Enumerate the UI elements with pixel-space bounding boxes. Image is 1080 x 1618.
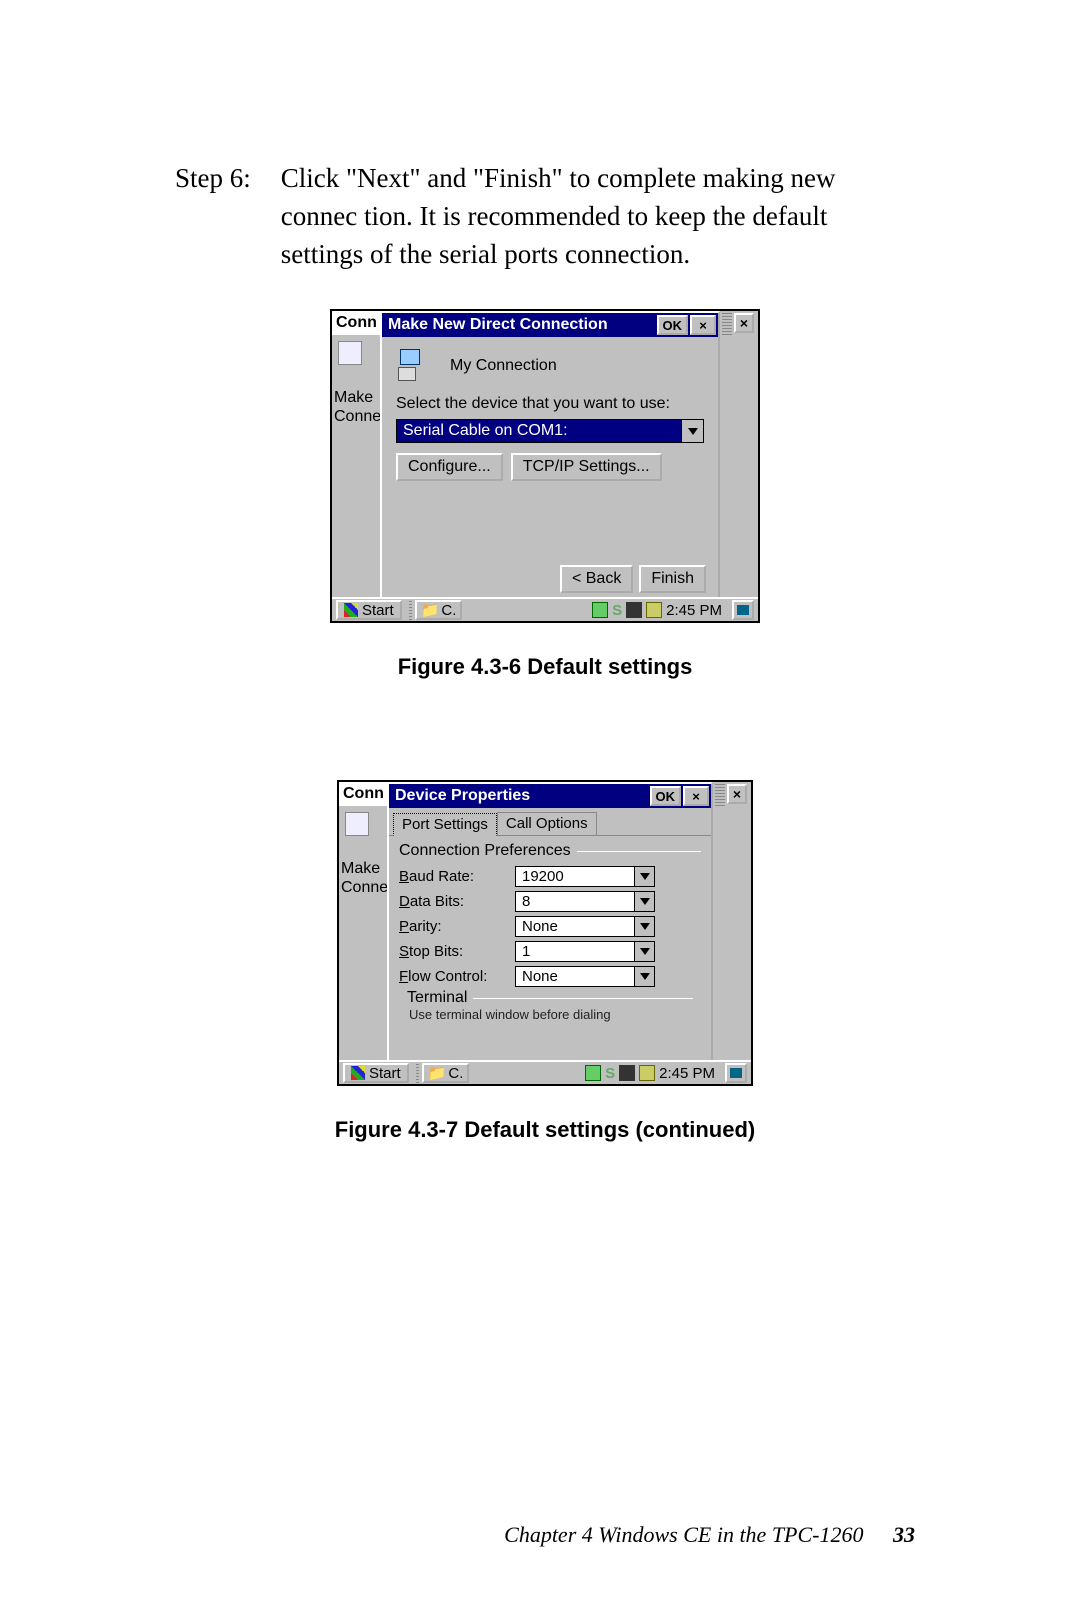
make-new-connection-dialog: Make New Direct Connection OK × My Conne…: [380, 311, 720, 601]
background-close-button[interactable]: ×: [727, 784, 747, 804]
background-app-icon: [338, 341, 362, 365]
taskbar-item[interactable]: 📁 C.: [415, 600, 463, 620]
parity-field: Parity: None: [399, 914, 701, 939]
baud-rate-label: Baud Rate:: [399, 868, 509, 885]
taskbar: Start 📁 C. S 2:45 PM: [339, 1060, 751, 1084]
group-rule-icon: [473, 998, 693, 999]
step-6-paragraph: Step 6: Click "Next" and "Finish" to com…: [175, 160, 915, 273]
data-bits-select[interactable]: 8: [515, 891, 655, 912]
windows-flag-icon: [351, 1066, 365, 1080]
stop-bits-field: Stop Bits: 1: [399, 939, 701, 964]
footer-chapter: Chapter 4 Windows CE in the TPC-1260: [504, 1522, 863, 1547]
baud-rate-field: Baud Rate: 19200: [399, 864, 701, 889]
folder-icon: 📁: [428, 1064, 447, 1082]
stop-bits-label: Stop Bits:: [399, 943, 509, 960]
flow-control-select[interactable]: None: [515, 966, 655, 987]
close-button[interactable]: ×: [690, 315, 716, 335]
background-handle-icon: [722, 311, 732, 335]
windows-flag-icon: [344, 603, 358, 617]
status-s-icon: S: [612, 602, 622, 619]
background-window-title: Conn: [332, 311, 381, 335]
footer-page-number: 33: [893, 1522, 915, 1547]
figure-caption: Figure 4.3-6 Default settings: [175, 654, 915, 680]
taskbar: Start 📁 C. S 2:45 PM: [332, 597, 758, 621]
close-button[interactable]: ×: [683, 786, 709, 806]
data-bits-label: Data Bits:: [399, 893, 509, 910]
page-footer: Chapter 4 Windows CE in the TPC-1260 33: [504, 1522, 915, 1548]
dropdown-arrow-icon[interactable]: [634, 867, 654, 886]
ok-button[interactable]: OK: [657, 315, 689, 335]
tcpip-settings-button[interactable]: TCP/IP Settings...: [511, 453, 662, 481]
sound-icon[interactable]: [639, 1065, 655, 1081]
dropdown-arrow-icon[interactable]: [681, 420, 703, 442]
start-button[interactable]: Start: [343, 1063, 409, 1083]
folder-icon: 📁: [421, 601, 440, 619]
clock: 2:45 PM: [666, 602, 722, 619]
show-desktop-button[interactable]: [725, 1063, 747, 1083]
ok-button[interactable]: OK: [650, 786, 682, 806]
dialog-title: Make New Direct Connection: [388, 316, 655, 334]
clock: 2:45 PM: [659, 1065, 715, 1082]
dropdown-arrow-icon[interactable]: [634, 967, 654, 986]
background-app-icon: [345, 812, 369, 836]
background-item-label: MakeConne: [332, 389, 381, 426]
show-desktop-button[interactable]: [732, 600, 754, 620]
flow-control-field: Flow Control: None: [399, 964, 701, 989]
dialog-titlebar: Device Properties OK ×: [389, 784, 711, 808]
connection-name: My Connection: [450, 357, 557, 375]
network-icon[interactable]: [585, 1065, 601, 1081]
baud-rate-select[interactable]: 19200: [515, 866, 655, 887]
dropdown-arrow-icon[interactable]: [634, 892, 654, 911]
network-icon[interactable]: [592, 602, 608, 618]
group-rule-icon: [577, 851, 701, 852]
flow-control-label: Flow Control:: [399, 968, 509, 985]
dropdown-arrow-icon[interactable]: [634, 917, 654, 936]
dropdown-arrow-icon[interactable]: [634, 942, 654, 961]
taskbar-divider-icon: [409, 600, 412, 620]
step-label: Step 6:: [175, 160, 251, 273]
system-tray: S 2:45 PM: [586, 602, 728, 619]
background-handle-icon: [715, 782, 725, 806]
start-button[interactable]: Start: [336, 600, 402, 620]
tab-bar: Port Settings Call Options: [389, 808, 711, 836]
select-device-label: Select the device that you want to use:: [392, 393, 708, 419]
keyboard-icon[interactable]: [626, 602, 642, 618]
background-item-label: MakeConne: [339, 860, 388, 897]
terminal-option-cut: Use terminal window before dialing: [399, 1007, 701, 1022]
connection-icon: [398, 349, 432, 383]
data-bits-field: Data Bits: 8: [399, 889, 701, 914]
parity-label: Parity:: [399, 918, 509, 935]
dialog-titlebar: Make New Direct Connection OK ×: [382, 313, 718, 337]
keyboard-icon[interactable]: [619, 1065, 635, 1081]
taskbar-item[interactable]: 📁 C.: [422, 1063, 470, 1083]
group-label: Connection Preferences: [399, 842, 571, 860]
stop-bits-select[interactable]: 1: [515, 941, 655, 962]
terminal-label: Terminal: [407, 989, 467, 1007]
system-tray: S 2:45 PM: [579, 1065, 721, 1082]
step-body: Click "Next" and "Finish" to complete ma…: [281, 160, 915, 273]
device-combobox[interactable]: Serial Cable on COM1:: [396, 419, 704, 443]
configure-button[interactable]: Configure...: [396, 453, 503, 481]
figure-4-3-6: Conn × MakeConne Make New Direct Connect…: [175, 309, 915, 680]
figure-caption: Figure 4.3-7 Default settings (continued…: [175, 1117, 915, 1143]
finish-button[interactable]: Finish: [639, 565, 706, 593]
sound-icon[interactable]: [646, 602, 662, 618]
background-close-button[interactable]: ×: [734, 313, 754, 333]
back-button[interactable]: < Back: [560, 565, 633, 593]
device-value: Serial Cable on COM1:: [397, 420, 681, 442]
device-properties-dialog: Device Properties OK × Port Settings Cal…: [387, 782, 713, 1062]
tab-call-options[interactable]: Call Options: [497, 812, 597, 835]
screenshot-2: Conn × MakeConne Device Properties OK × …: [337, 780, 753, 1086]
parity-select[interactable]: None: [515, 916, 655, 937]
status-s-icon: S: [605, 1065, 615, 1082]
screenshot-1: Conn × MakeConne Make New Direct Connect…: [330, 309, 760, 623]
taskbar-divider-icon: [416, 1063, 419, 1083]
dialog-title: Device Properties: [395, 787, 648, 805]
figure-4-3-7: Conn × MakeConne Device Properties OK × …: [175, 780, 915, 1143]
tab-port-settings[interactable]: Port Settings: [393, 813, 497, 836]
background-window-title: Conn: [339, 782, 388, 806]
